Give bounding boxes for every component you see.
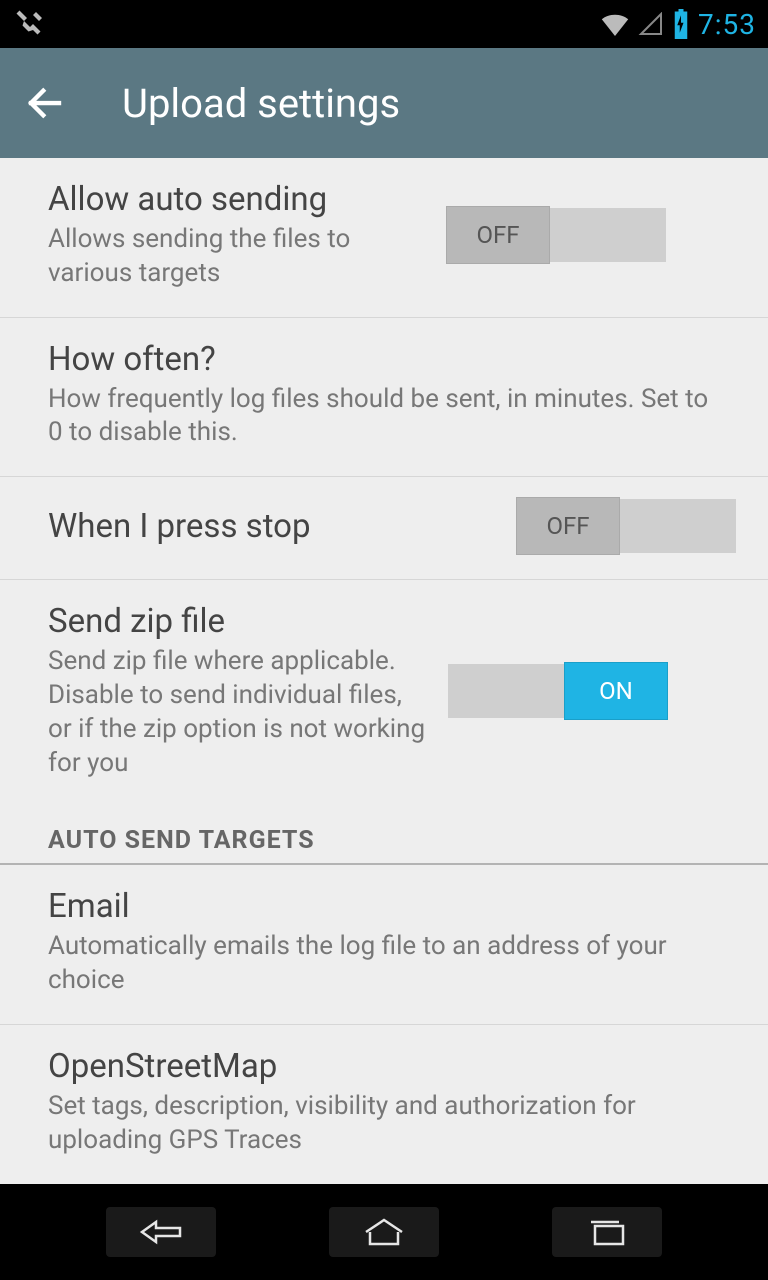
setting-title: How often? xyxy=(48,340,716,379)
setting-title: Allow auto sending xyxy=(48,180,428,219)
setting-title: When I press stop xyxy=(48,507,498,546)
toggle-when-i-press-stop[interactable]: OFF xyxy=(518,499,736,553)
setting-email[interactable]: Email Automatically emails the log file … xyxy=(0,865,768,1025)
status-clock: 7:53 xyxy=(698,8,756,41)
navigation-bar xyxy=(0,1184,768,1280)
nav-back-icon xyxy=(138,1218,184,1246)
setting-description: Send zip file where applicable. Disable … xyxy=(48,645,428,780)
setting-title: Email xyxy=(48,887,716,926)
setting-when-i-press-stop[interactable]: When I press stop OFF xyxy=(0,477,768,580)
settings-list: Allow auto sending Allows sending the fi… xyxy=(0,158,768,1184)
toggle-thumb: OFF xyxy=(516,497,620,555)
back-arrow-icon[interactable] xyxy=(24,82,66,124)
nav-home-icon xyxy=(362,1218,406,1246)
section-header-auto-send-targets: AUTO SEND TARGETS xyxy=(0,806,768,865)
toggle-thumb: OFF xyxy=(446,206,550,264)
setting-allow-auto-sending[interactable]: Allow auto sending Allows sending the fi… xyxy=(0,158,768,318)
wifi-icon xyxy=(600,12,630,36)
nav-recent-button[interactable] xyxy=(552,1207,662,1257)
app-bar: Upload settings xyxy=(0,48,768,158)
toggle-thumb: ON xyxy=(564,662,668,720)
setting-description: Set tags, description, visibility and au… xyxy=(48,1090,716,1158)
setting-openstreetmap[interactable]: OpenStreetMap Set tags, description, vis… xyxy=(0,1025,768,1184)
cell-signal-icon xyxy=(638,12,664,36)
setting-send-zip-file[interactable]: Send zip file Send zip file where applic… xyxy=(0,580,768,806)
status-bar: 7:53 xyxy=(0,0,768,48)
toggle-allow-auto-sending[interactable]: OFF xyxy=(448,208,666,262)
setting-title: Send zip file xyxy=(48,602,428,641)
nav-back-button[interactable] xyxy=(106,1207,216,1257)
setting-how-often[interactable]: How often? How frequently log files shou… xyxy=(0,318,768,478)
battery-charging-icon xyxy=(672,9,690,39)
page-title: Upload settings xyxy=(122,80,400,127)
nav-home-button[interactable] xyxy=(329,1207,439,1257)
setting-description: Allows sending the files to various targ… xyxy=(48,223,428,291)
setting-description: How frequently log files should be sent,… xyxy=(48,383,716,451)
toggle-send-zip-file[interactable]: ON xyxy=(448,664,666,718)
section-header-label: AUTO SEND TARGETS xyxy=(48,826,720,855)
nav-recent-icon xyxy=(587,1218,627,1246)
setting-description: Automatically emails the log file to an … xyxy=(48,930,716,998)
satellite-icon xyxy=(12,6,48,42)
setting-title: OpenStreetMap xyxy=(48,1047,716,1086)
